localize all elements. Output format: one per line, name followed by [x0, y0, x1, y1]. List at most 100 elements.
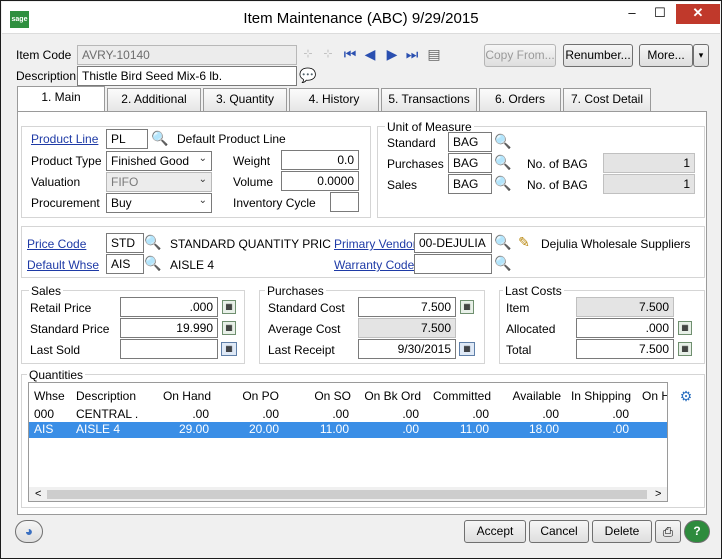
- retail-price-field[interactable]: .000: [120, 297, 218, 317]
- more-button[interactable]: More...: [639, 44, 693, 67]
- delete-button[interactable]: Delete: [592, 520, 652, 543]
- scroll-left-icon[interactable]: <: [35, 488, 41, 500]
- search-icon[interactable]: 🔍: [494, 174, 512, 192]
- vendor-icon[interactable]: ✎: [515, 233, 533, 251]
- calculator-icon[interactable]: ▦: [222, 300, 236, 314]
- last-sold-field[interactable]: [120, 339, 218, 359]
- cell: .00: [612, 422, 629, 436]
- memo-icon[interactable]: 💬: [299, 66, 317, 84]
- warranty-code-field[interactable]: [414, 254, 492, 274]
- scrollbar-thumb[interactable]: [47, 490, 647, 499]
- product-type-select[interactable]: Finished Good ⌄: [106, 151, 212, 171]
- sales-title: Sales: [29, 284, 64, 298]
- description-field[interactable]: Thistle Bird Seed Mix-6 lb.: [77, 66, 297, 86]
- price-code-link[interactable]: Price Code: [27, 237, 86, 251]
- quantities-title: Quantities: [27, 368, 86, 382]
- uom-sales-field[interactable]: BAG: [448, 174, 492, 194]
- column-header[interactable]: On Hand: [139, 389, 211, 403]
- procurement-select[interactable]: Buy ⌄: [106, 193, 212, 213]
- standard-cost-field[interactable]: 7.500: [358, 297, 456, 317]
- first-record-icon[interactable]: ⏮: [341, 45, 359, 63]
- maximize-button[interactable]: ☐: [646, 4, 674, 24]
- search-icon[interactable]: 🔍: [494, 153, 512, 171]
- lookup-icon[interactable]: ⊹: [299, 45, 317, 63]
- allocated-label: Allocated: [506, 322, 556, 336]
- search-icon[interactable]: 🔍: [144, 233, 162, 251]
- cell: 18.00: [528, 422, 559, 436]
- default-whse-field[interactable]: AIS: [106, 254, 144, 274]
- search-icon[interactable]: 🔍: [494, 254, 512, 272]
- uom-standard-field[interactable]: BAG: [448, 132, 492, 152]
- column-header[interactable]: On Bk Ord: [351, 389, 421, 403]
- product-line-description: Default Product Line: [177, 132, 286, 146]
- column-header[interactable]: On SO: [279, 389, 351, 403]
- renumber-button[interactable]: Renumber...: [563, 44, 633, 67]
- calendar-icon[interactable]: ▦: [459, 342, 475, 356]
- column-header[interactable]: Description: [76, 389, 136, 403]
- customize-grid-icon[interactable]: ⚙: [677, 387, 695, 405]
- copy-from-button[interactable]: Copy From...: [484, 44, 556, 67]
- tab-cost-detail[interactable]: 7. Cost Detail: [563, 88, 651, 111]
- warranty-code-link[interactable]: Warranty Code: [334, 258, 414, 272]
- previous-record-icon[interactable]: ◀: [361, 45, 379, 63]
- minimize-button[interactable]: –: [618, 4, 646, 24]
- column-header[interactable]: Whse: [34, 389, 65, 403]
- uom-purchases-field[interactable]: BAG: [448, 153, 492, 173]
- price-code-field[interactable]: STD: [106, 233, 144, 253]
- cell: .00: [332, 407, 349, 421]
- inventory-cycle-field[interactable]: [330, 192, 359, 212]
- calculator-icon[interactable]: ▦: [222, 321, 236, 335]
- list-icon[interactable]: ▤: [425, 45, 443, 63]
- total-field[interactable]: 7.500: [576, 339, 674, 359]
- next-record-icon[interactable]: ▶: [383, 45, 401, 63]
- table-row[interactable]: 000 CENTRAL ... .00 .00 .00 .00 .00 .00 …: [29, 407, 667, 423]
- calculator-icon[interactable]: ▦: [678, 342, 692, 356]
- column-header[interactable]: On H: [642, 389, 667, 403]
- allocated-field[interactable]: .000: [576, 318, 674, 338]
- tab-transactions[interactable]: 5. Transactions: [381, 88, 477, 111]
- scroll-right-icon[interactable]: >: [655, 488, 661, 500]
- printer-icon: ⎙: [662, 524, 674, 539]
- product-line-link[interactable]: Product Line: [31, 132, 98, 146]
- primary-vendor-field[interactable]: 00-DEJULIA: [414, 233, 492, 253]
- cell: 20.00: [248, 422, 279, 436]
- print-button[interactable]: ⎙: [655, 520, 681, 543]
- more-dropdown-arrow[interactable]: ▾: [693, 44, 709, 67]
- last-record-icon[interactable]: ⏭: [403, 45, 421, 63]
- valuation-value: FIFO: [111, 175, 139, 189]
- search-icon[interactable]: 🔍: [494, 132, 512, 150]
- tab-history[interactable]: 4. History: [289, 88, 379, 111]
- table-row[interactable]: AIS AISLE 4 29.00 20.00 11.00 .00 11.00 …: [29, 422, 667, 438]
- default-whse-link[interactable]: Default Whse: [27, 258, 99, 272]
- item-code-field[interactable]: AVRY-10140: [77, 45, 297, 65]
- weight-field[interactable]: 0.0: [281, 150, 359, 170]
- column-header[interactable]: In Shipping: [561, 389, 631, 403]
- column-header[interactable]: Available: [491, 389, 561, 403]
- close-button[interactable]: ✕: [676, 4, 720, 24]
- calendar-icon[interactable]: ▦: [221, 342, 237, 356]
- search-icon[interactable]: 🔍: [494, 233, 512, 251]
- calculator-icon[interactable]: ▦: [460, 300, 474, 314]
- product-line-field[interactable]: PL: [106, 129, 148, 149]
- primary-vendor-link[interactable]: Primary Vendor: [334, 237, 417, 251]
- volume-field[interactable]: 0.0000: [281, 171, 359, 191]
- tab-additional[interactable]: 2. Additional: [107, 88, 201, 111]
- column-header[interactable]: On PO: [211, 389, 279, 403]
- search-icon[interactable]: 🔍: [151, 129, 169, 147]
- cell: 29.00: [178, 422, 209, 436]
- calculator-icon[interactable]: ▦: [678, 321, 692, 335]
- search-icon[interactable]: 🔍: [144, 254, 162, 272]
- column-header[interactable]: Committed: [421, 389, 491, 403]
- accept-button[interactable]: Accept: [464, 520, 526, 543]
- options-button[interactable]: ◕: [15, 520, 43, 543]
- cancel-button[interactable]: Cancel: [529, 520, 589, 543]
- help-button[interactable]: ?: [684, 520, 710, 543]
- horizontal-scrollbar[interactable]: < >: [29, 487, 667, 501]
- tab-main[interactable]: 1. Main: [17, 86, 105, 112]
- cell: 11.00: [319, 422, 349, 436]
- last-receipt-field[interactable]: 9/30/2015: [358, 339, 456, 359]
- tab-orders[interactable]: 6. Orders: [479, 88, 561, 111]
- standard-price-field[interactable]: 19.990: [120, 318, 218, 338]
- tab-quantity[interactable]: 3. Quantity: [203, 88, 287, 111]
- select-icon[interactable]: ⊹: [319, 45, 337, 63]
